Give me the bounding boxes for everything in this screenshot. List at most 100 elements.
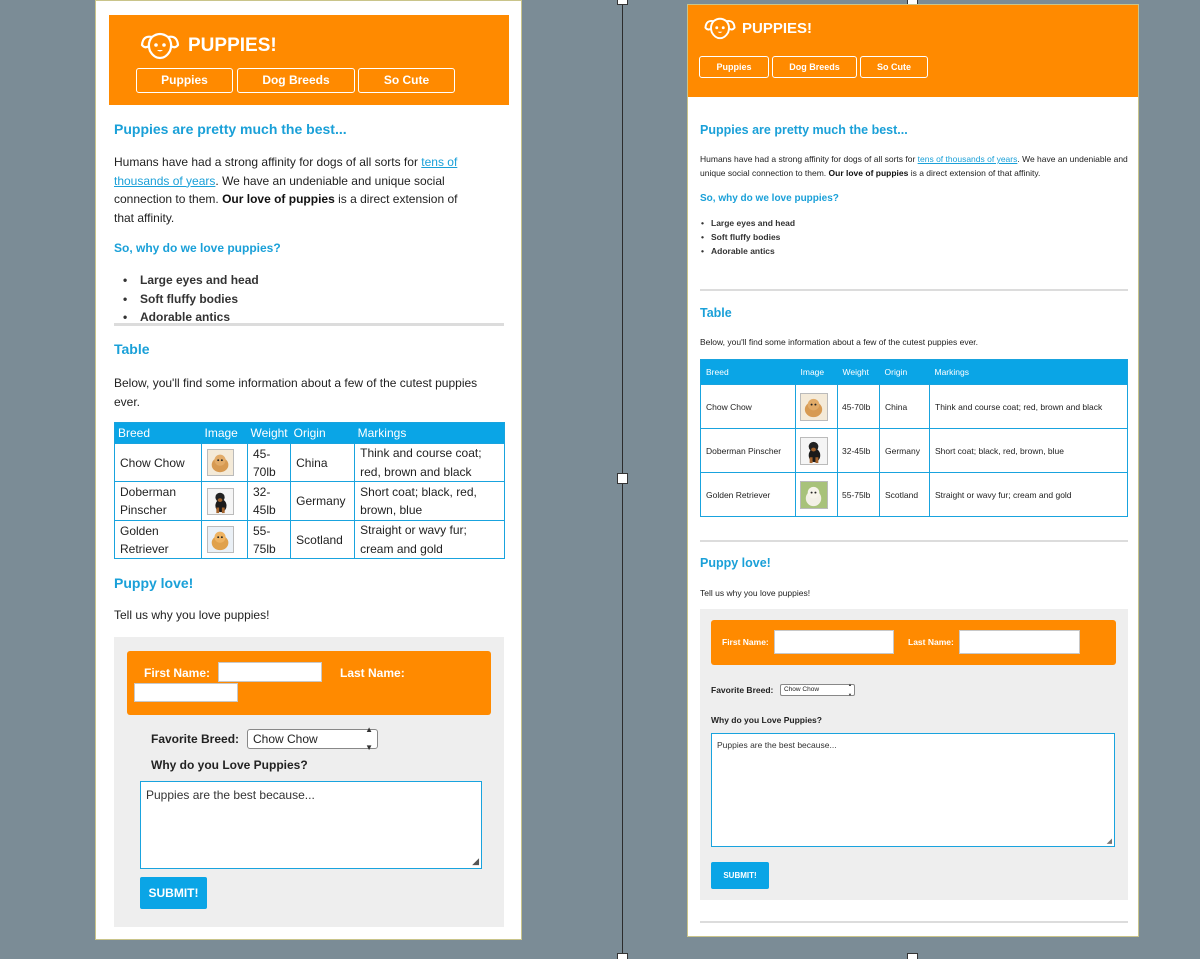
cell-origin: Scotland [290,520,356,559]
puppy-love-intro: Tell us why you love puppies! [700,588,811,598]
brand-logo[interactable]: PUPPIES! [703,17,812,40]
cell-weight: 32-45lb [246,481,292,521]
list-item: Adorable antics [701,244,795,258]
col-header-weight: Weight [247,422,291,444]
favorite-breed-label: Favorite Breed: [151,732,240,746]
cell-weight: 55-75lb [837,472,880,517]
cell-origin: China [290,443,356,482]
favorite-breed-select[interactable]: Chow Chow ▲ ▼ [247,725,378,752]
name-fields-bar: First Name: Last Name: [711,620,1116,665]
table-row: Golden Retriever 55-75lb Scotland Straig… [114,520,505,559]
nav-so-cute[interactable]: So Cute [860,56,928,78]
last-name-input[interactable] [959,630,1080,654]
cell-image [201,443,248,482]
intro-text-end: is a direct extension of that affinity. [908,168,1041,178]
intro-bold: Our love of puppies [828,168,909,178]
table-row: Golden Retriever 55-75lb Scotland Straig… [700,472,1128,517]
first-name-input[interactable] [774,630,894,654]
col-header-image: Image [201,422,248,444]
golden-retriever-image [800,480,828,509]
resize-handle[interactable] [617,0,628,5]
puppy-form: First Name: Last Name: Favorite Breed: C… [700,609,1128,900]
first-name-label: First Name: [722,637,769,647]
chow-chow-image [207,449,234,476]
cell-breed: Golden Retriever [114,520,202,559]
intro-heading: Puppies are pretty much the best... [700,123,908,137]
mobile-preview: PUPPIES! Puppies Dog Breeds So Cute Pupp… [95,0,522,940]
cell-markings: Straight or wavy fur; cream and gold [929,472,1128,517]
list-item: Large eyes and head [123,271,259,290]
dog-face-icon [139,32,181,60]
why-love-label: Why do you Love Puppies? [151,758,308,772]
nav-puppies[interactable]: Puppies [136,68,233,93]
puppy-form: First Name: Last Name: Favorite Breed: C… [114,637,504,927]
resize-grip-icon[interactable]: ◢ [472,856,479,867]
col-header-breed: Breed [700,359,796,385]
cell-origin: China [879,384,930,429]
brand-name: PUPPIES! [188,35,277,56]
col-header-breed: Breed [114,422,202,444]
cell-markings: Think and course coat; red, brown and bl… [354,443,505,482]
submit-button[interactable]: SUBMIT! [140,877,207,909]
chevron-up-down-icon: ▲ ▼ [365,725,373,752]
cell-markings: Straight or wavy fur; cream and gold [354,520,505,559]
first-name-input[interactable] [218,662,322,682]
cell-image [201,481,248,521]
nav-dog-breeds[interactable]: Dog Breeds [237,68,355,93]
cell-image [795,384,838,429]
resize-grip-icon[interactable]: ◢ [1107,837,1112,845]
intro-paragraph: Humans have had a strong affinity for do… [700,152,1130,180]
nav-so-cute[interactable]: So Cute [358,68,455,93]
name-fields-bar: First Name: Last Name: [127,651,491,715]
favorite-breed-select[interactable]: Chow Chow ▲ ▼ [780,682,855,697]
table-heading: Table [114,341,150,357]
nav-dog-breeds[interactable]: Dog Breeds [772,56,857,78]
resize-handle[interactable] [907,953,918,959]
col-header-image: Image [795,359,838,385]
list-item: Soft fluffy bodies [701,230,795,244]
cell-markings: Think and course coat; red, brown and bl… [929,384,1128,429]
favorite-breed-label: Favorite Breed: [711,685,774,695]
first-name-label: First Name: [144,666,211,680]
cell-weight: 32-45lb [837,428,880,473]
last-name-label: Last Name: [340,666,405,680]
cell-weight: 45-70lb [837,384,880,429]
textarea-placeholder: Puppies are the best because... [146,788,315,802]
nav-puppies[interactable]: Puppies [699,56,769,78]
cell-origin: Scotland [879,472,930,517]
puppy-table: Breed Image Weight Origin Markings Chow … [114,422,505,559]
textarea-placeholder: Puppies are the best because... [717,740,837,750]
why-love-textarea[interactable]: Puppies are the best because... ◢ [711,733,1115,847]
intro-heading: Puppies are pretty much the best... [114,121,347,137]
why-list: Large eyes and head Soft fluffy bodies A… [701,216,795,258]
submit-button[interactable]: SUBMIT! [711,862,769,889]
brand-logo[interactable]: PUPPIES! [139,32,277,60]
col-header-markings: Markings [354,422,505,444]
cell-breed: Chow Chow [114,443,202,482]
brand-name: PUPPIES! [742,20,813,37]
favorite-breed-value: Chow Chow [253,732,318,746]
cell-image [795,472,838,517]
intro-text-start: Humans have had a strong affinity for do… [700,154,918,164]
table-row: Doberman Pinscher 32-45lb Germany Short … [114,481,505,521]
resize-handle[interactable] [617,953,628,959]
cell-markings: Short coat; black, red, brown, blue [354,481,505,521]
table-heading: Table [700,306,732,320]
section-divider [700,289,1128,291]
cell-breed: Golden Retriever [700,472,796,517]
site-header: PUPPIES! Puppies Dog Breeds So Cute [688,5,1138,97]
why-list: Large eyes and head Soft fluffy bodies A… [123,271,259,327]
why-love-textarea[interactable]: Puppies are the best because... ◢ [140,781,482,869]
section-divider [700,540,1128,542]
table-intro: Below, you'll find some information abou… [700,337,979,347]
table-row: Chow Chow 45-70lb China Think and course… [700,384,1128,429]
history-link[interactable]: tens of thousands of years [918,154,1018,164]
resize-handle[interactable] [617,473,628,484]
intro-text-start: Humans have had a strong affinity for do… [114,155,422,169]
table-row: Chow Chow 45-70lb China Think and course… [114,443,505,482]
cell-image [795,428,838,473]
cell-image [201,520,248,559]
last-name-input[interactable] [134,683,238,702]
table-intro: Below, you'll find some information abou… [114,376,478,409]
col-header-weight: Weight [837,359,880,385]
